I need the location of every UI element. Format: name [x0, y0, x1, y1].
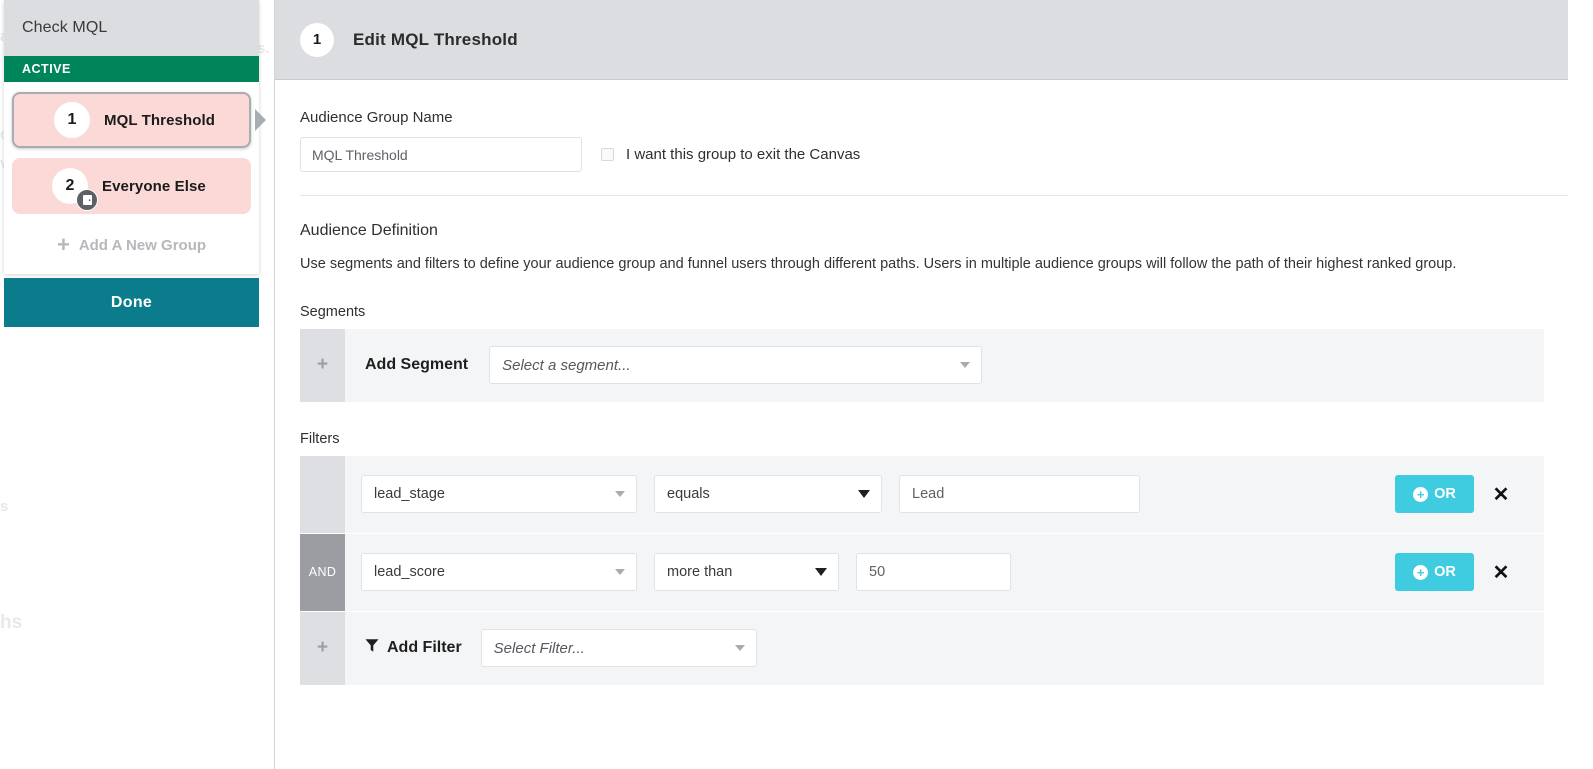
- filter-field-select[interactable]: lead_stage: [361, 475, 637, 513]
- chevron-down-icon: [858, 490, 870, 498]
- remove-filter-button[interactable]: ✕: [1474, 559, 1528, 586]
- filter-row: lead_stage equals + OR ✕: [300, 456, 1544, 534]
- plus-icon: +: [57, 234, 70, 256]
- panel-title: Check MQL: [4, 0, 259, 56]
- group-name-input[interactable]: [300, 137, 582, 172]
- filter-operator-select[interactable]: equals: [654, 475, 882, 513]
- filter-value-input[interactable]: [899, 475, 1140, 513]
- filter-connector-cell[interactable]: AND: [300, 534, 345, 611]
- filter-operator-value: equals: [667, 486, 710, 502]
- add-filter-body: Add Filter Select Filter...: [345, 612, 1544, 685]
- done-button[interactable]: Done: [4, 278, 259, 327]
- add-segment-row: + Add Segment Select a segment...: [300, 329, 1544, 403]
- add-filter-select-value: Select Filter...: [494, 640, 585, 657]
- filter-field-select[interactable]: lead_score: [361, 553, 637, 591]
- edit-audience-group-panel: 1 Edit MQL Threshold Audience Group Name…: [274, 0, 1593, 769]
- plus-icon: +: [317, 637, 328, 659]
- exit-canvas-checkbox-wrap: I want this group to exit the Canvas: [601, 146, 860, 163]
- group-item-everyone-else[interactable]: 2 Everyone Else: [12, 158, 251, 214]
- filter-connector-cell: [300, 456, 345, 533]
- add-segment-handle[interactable]: +: [300, 329, 345, 402]
- audience-definition-heading: Audience Definition: [300, 222, 1568, 240]
- chevron-down-icon: [960, 362, 970, 368]
- add-segment-label: Add Segment: [365, 356, 468, 374]
- filter-operator-value: more than: [667, 564, 732, 580]
- add-filter-row: + Add Filter Select Filter...: [300, 612, 1544, 686]
- add-or-condition-button[interactable]: + OR: [1395, 553, 1474, 591]
- background-fragment: s: [0, 498, 8, 515]
- add-filter-label: Add Filter: [387, 639, 462, 657]
- group-name-section: Audience Group Name I want this group to…: [275, 109, 1593, 196]
- segment-select-value: Select a segment...: [502, 357, 630, 374]
- exit-canvas-label[interactable]: I want this group to exit the Canvas: [626, 146, 860, 163]
- filter-row-body: lead_stage equals + OR ✕: [345, 456, 1544, 533]
- or-label: OR: [1434, 564, 1456, 580]
- segments-heading: Segments: [300, 304, 1568, 320]
- add-new-group-button[interactable]: + Add A New Group: [12, 224, 251, 266]
- filters-heading: Filters: [300, 431, 1568, 447]
- filter-field-value: lead_stage: [374, 486, 445, 502]
- filter-connector-label: AND: [309, 565, 337, 579]
- exit-door-icon: [76, 189, 98, 211]
- add-filter-button[interactable]: Add Filter: [365, 638, 462, 658]
- funnel-icon: [365, 638, 379, 658]
- chevron-down-icon: [815, 568, 827, 576]
- step-number-badge: 1: [300, 23, 334, 57]
- audience-definition-description: Use segments and filters to define your …: [300, 253, 1545, 276]
- active-status-bar: ACTIVE: [4, 56, 259, 82]
- plus-circle-icon: +: [1413, 487, 1428, 502]
- filter-operator-select[interactable]: more than: [654, 553, 839, 591]
- filter-row-body: lead_score more than + OR ✕: [345, 534, 1544, 611]
- chevron-down-icon: [615, 491, 625, 497]
- chevron-down-icon: [735, 645, 745, 651]
- group-item-mql-threshold[interactable]: 1 MQL Threshold: [12, 92, 251, 148]
- or-label: OR: [1434, 486, 1456, 502]
- background-fragment: hs: [0, 612, 22, 634]
- group-item-label: Everyone Else: [102, 178, 206, 195]
- group-list: 1 MQL Threshold 2 Everyone Else + Add A …: [4, 82, 259, 274]
- group-rank-badge: 1: [54, 102, 90, 138]
- exit-canvas-checkbox[interactable]: [601, 148, 614, 161]
- chevron-down-icon: [615, 569, 625, 575]
- selected-pointer-icon: [255, 109, 266, 131]
- group-item-label: MQL Threshold: [104, 112, 215, 129]
- filter-field-value: lead_score: [374, 564, 445, 580]
- add-or-condition-button[interactable]: + OR: [1395, 475, 1474, 513]
- panel-header: 1 Edit MQL Threshold: [275, 0, 1568, 80]
- add-segment-body: Add Segment Select a segment...: [345, 329, 1544, 402]
- add-filter-select[interactable]: Select Filter...: [481, 629, 757, 667]
- segment-select[interactable]: Select a segment...: [489, 346, 982, 384]
- section-divider: [300, 195, 1568, 196]
- filter-row: AND lead_score more than + OR: [300, 534, 1544, 612]
- audience-group-panel: Check MQL ACTIVE 1 MQL Threshold 2 Every…: [4, 0, 259, 274]
- plus-circle-icon: +: [1413, 565, 1428, 580]
- add-filter-handle[interactable]: +: [300, 612, 345, 685]
- add-new-group-label: Add A New Group: [79, 237, 206, 254]
- audience-definition-section: Audience Definition Use segments and fil…: [275, 222, 1593, 686]
- plus-icon: +: [317, 354, 328, 376]
- remove-filter-button[interactable]: ✕: [1474, 481, 1528, 508]
- page-title: Edit MQL Threshold: [353, 30, 518, 50]
- group-name-label: Audience Group Name: [300, 109, 1568, 126]
- filter-value-input[interactable]: [856, 553, 1011, 591]
- group-name-row: I want this group to exit the Canvas: [300, 137, 1568, 172]
